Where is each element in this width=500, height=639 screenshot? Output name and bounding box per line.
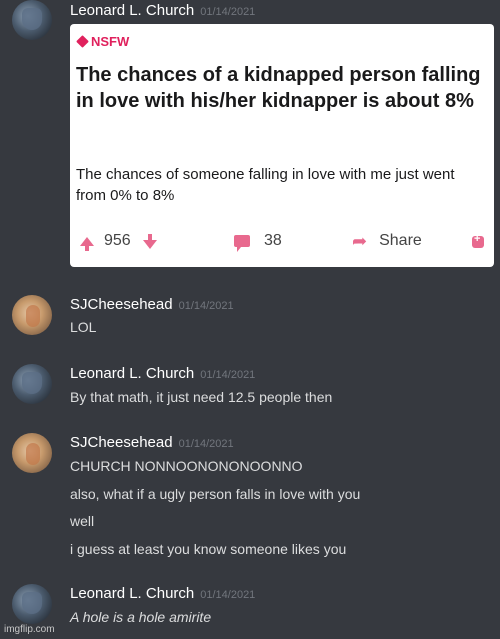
reddit-embed-card[interactable]: NSFW The chances of a kidnapped person f… — [70, 24, 494, 267]
downvote-icon[interactable] — [142, 233, 157, 249]
message-text: i guess at least you know someone likes … — [70, 541, 347, 557]
username[interactable]: Leonard L. Church — [70, 585, 194, 602]
nsfw-icon — [76, 35, 89, 48]
message-header: Leonard L. Church 01/14/2021 — [70, 2, 255, 21]
timestamp: 01/14/2021 — [178, 300, 234, 312]
comment-icon — [234, 235, 250, 252]
share-label: Share — [379, 232, 422, 249]
vote-count: 956 — [104, 232, 131, 249]
share-icon: ➦ — [352, 231, 368, 251]
timestamp: 01/14/2021 — [200, 589, 256, 601]
nsfw-badge: NSFW — [76, 34, 130, 49]
message-header: SJCheesehead 01/14/2021 — [70, 296, 234, 315]
post-body: The chances of someone falling in love w… — [76, 166, 455, 204]
share-button[interactable]: ➦ Share — [352, 232, 422, 250]
message-text: A hole is a hole amirite — [70, 609, 212, 625]
avatar[interactable] — [12, 295, 52, 335]
avatar[interactable] — [12, 584, 52, 624]
timestamp: 01/14/2021 — [200, 369, 256, 381]
message-header: Leonard L. Church 01/14/2021 — [70, 365, 255, 384]
comments-button[interactable]: 38 — [234, 232, 282, 252]
post-actions: 956 38 ➦ Share — [70, 232, 494, 256]
username[interactable]: SJCheesehead — [70, 296, 173, 313]
message-header: SJCheesehead 01/14/2021 — [70, 434, 234, 453]
timestamp: 01/14/2021 — [200, 6, 256, 18]
username[interactable]: Leonard L. Church — [70, 2, 194, 19]
timestamp: 01/14/2021 — [178, 438, 234, 450]
comment-count: 38 — [264, 232, 282, 249]
message-text: CHURCH NONNOONONONOONNO — [70, 458, 303, 474]
avatar[interactable] — [12, 364, 52, 404]
username[interactable]: Leonard L. Church — [70, 365, 194, 382]
message-text: By that math, it just need 12.5 people t… — [70, 389, 333, 405]
post-title: The chances of a kidnapped person fallin… — [76, 64, 481, 112]
username[interactable]: SJCheesehead — [70, 434, 173, 451]
nsfw-label: NSFW — [91, 34, 130, 49]
save-icon — [472, 233, 484, 248]
message-text: well — [70, 513, 95, 529]
watermark: imgflip.com — [4, 624, 55, 635]
message-header: Leonard L. Church 01/14/2021 — [70, 585, 255, 604]
upvote-icon[interactable] — [80, 236, 94, 251]
message-text: LOL — [70, 319, 97, 335]
vote-group: 956 — [80, 232, 157, 251]
save-button[interactable] — [472, 233, 484, 248]
message-text: also, what if a ugly person falls in lov… — [70, 486, 361, 502]
avatar[interactable] — [12, 0, 52, 40]
avatar[interactable] — [12, 433, 52, 473]
